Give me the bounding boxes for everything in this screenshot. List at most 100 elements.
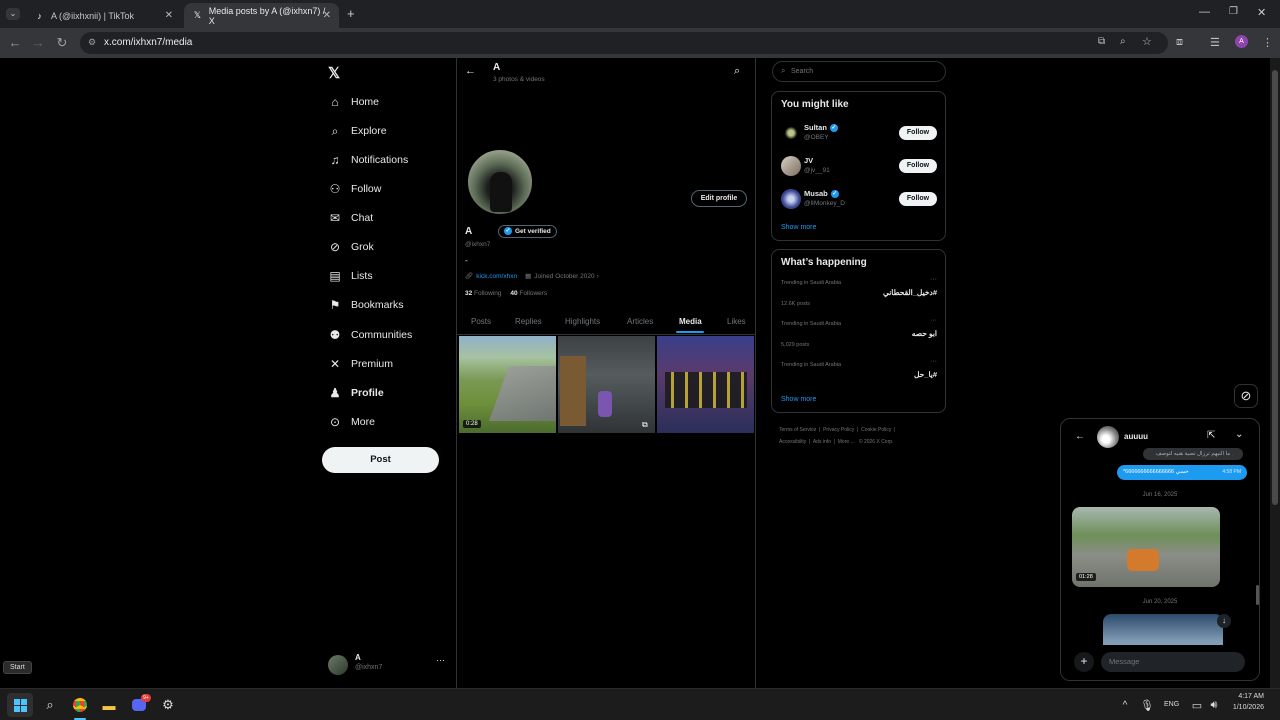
zoom-icon[interactable]: ⌕ — [1120, 36, 1126, 47]
file-explorer-icon[interactable]: ▬ — [101, 697, 117, 713]
restore-button[interactable]: ❐ — [1229, 6, 1238, 17]
get-verified-button[interactable]: ✓ Get verified — [498, 225, 557, 238]
windows-start-icon[interactable] — [12, 697, 28, 713]
suggestion-row[interactable]: Musab ✓ @lIMonkey_D Follow — [772, 186, 945, 214]
grok-float-button[interactable]: ⊘ — [1234, 384, 1258, 408]
more-icon[interactable]: ··· — [930, 358, 937, 365]
expand-icon[interactable]: ⇱ — [1207, 430, 1215, 441]
more-icon[interactable]: ··· — [930, 276, 937, 283]
tab-x-media[interactable]: 𝕏 Media posts by A (@ixhxn7) / X ✕ — [184, 3, 339, 28]
post-button[interactable]: Post — [322, 447, 439, 473]
more-icon[interactable]: ··· — [930, 317, 937, 324]
clock-date[interactable]: 1/10/2026 — [1222, 704, 1264, 711]
trend-item[interactable]: Trending in Saudi Arabia ··· ابو حصه 5,0… — [772, 317, 945, 355]
suggestion-row[interactable]: Sultan ✓ @OBEY Follow — [772, 120, 945, 148]
back-arrow-icon[interactable]: ← — [1075, 431, 1085, 442]
chrome-icon[interactable] — [72, 697, 88, 713]
profile-avatar[interactable]: A — [1235, 35, 1248, 48]
message-input[interactable]: Message — [1101, 652, 1245, 672]
nav-follow[interactable]: ⚇ Follow — [328, 178, 382, 200]
avatar-figure — [490, 172, 512, 212]
tab-search-button[interactable]: ⌄ — [6, 8, 20, 20]
search-placeholder: Search — [791, 68, 814, 75]
video-message[interactable]: 01:28 — [1072, 507, 1220, 587]
close-window-button[interactable]: ✕ — [1257, 6, 1266, 19]
reading-list-icon[interactable]: ☰ — [1210, 36, 1220, 49]
chevron-down-icon[interactable]: ⌄ — [1235, 429, 1243, 440]
page-scrollbar[interactable] — [1270, 58, 1280, 688]
tab-likes[interactable]: Likes — [727, 317, 746, 326]
search-icon[interactable]: ⌕ — [734, 65, 740, 78]
footer-link[interactable]: Privacy Policy — [823, 427, 854, 433]
media-item-1[interactable]: 0:28 — [459, 336, 556, 433]
steam-icon[interactable]: ⚙ — [160, 697, 176, 713]
follow-button[interactable]: Follow — [899, 192, 937, 206]
nav-communities[interactable]: ⚉ Communities — [328, 324, 413, 346]
tab-articles[interactable]: Articles — [627, 317, 653, 326]
nav-lists[interactable]: ▤ Lists — [328, 265, 372, 287]
extensions-icon[interactable]: ⧈ — [1176, 36, 1183, 49]
tab-media[interactable]: Media — [679, 317, 702, 326]
nav-grok[interactable]: ⊘ Grok — [328, 236, 374, 258]
x-logo-icon[interactable]: 𝕏 — [328, 64, 340, 82]
forward-icon[interactable]: → — [30, 35, 46, 50]
nav-home[interactable]: ⌂ Home — [328, 91, 379, 113]
trend-item[interactable]: Trending in Saudi Arabia ··· #دخيل_القحط… — [772, 276, 945, 314]
scrollbar-thumb[interactable] — [1272, 70, 1278, 505]
tab-highlights[interactable]: Highlights — [565, 317, 600, 326]
nav-more[interactable]: ⊙ More — [328, 411, 375, 433]
footer-link[interactable]: Terms of Service — [779, 427, 816, 433]
nav-chat[interactable]: ✉ Chat — [328, 207, 373, 229]
language-indicator[interactable]: ENG — [1164, 701, 1179, 708]
footer-link[interactable]: Accessibility — [779, 439, 806, 445]
volume-icon[interactable]: 🔊︎ — [1206, 697, 1222, 713]
microphone-icon[interactable]: 🎙︎ — [1139, 697, 1155, 713]
profile-avatar[interactable] — [466, 148, 534, 216]
edit-profile-button[interactable]: Edit profile — [691, 190, 747, 207]
nav-premium[interactable]: ✕ Premium — [328, 353, 393, 375]
install-app-icon[interactable]: ⧉ — [1098, 36, 1105, 47]
followers-link[interactable]: 40 Followers — [510, 290, 547, 297]
follow-button[interactable]: Follow — [899, 159, 937, 173]
url-text[interactable]: x.com/ixhxn7/media — [104, 37, 192, 48]
nav-notifications[interactable]: ♫ Notifications — [328, 149, 409, 171]
footer-link[interactable]: Ads info — [813, 439, 831, 445]
site-info-icon[interactable]: ⚙ — [88, 37, 96, 48]
media-item-3[interactable] — [657, 336, 754, 433]
clock-time[interactable]: 4:17 AM — [1226, 693, 1264, 700]
footer-link[interactable]: Cookie Policy — [861, 427, 891, 433]
show-more-link[interactable]: Show more — [781, 224, 816, 231]
menu-icon[interactable]: ⋮ — [1262, 36, 1273, 49]
back-arrow-icon[interactable]: ← — [465, 65, 476, 77]
nav-explore[interactable]: ⌕ Explore — [328, 120, 387, 142]
nav-profile[interactable]: ♟ Profile — [328, 382, 384, 404]
footer-link[interactable]: More ... — [838, 439, 855, 445]
network-icon[interactable]: ▭ — [1189, 697, 1205, 713]
close-icon[interactable]: ✕ — [165, 10, 173, 21]
show-more-link[interactable]: Show more — [781, 396, 816, 403]
reload-icon[interactable]: ↻ — [54, 35, 70, 51]
search-input[interactable]: ⌕ Search — [772, 61, 946, 82]
following-link[interactable]: 32 Following — [465, 290, 502, 297]
trend-item[interactable]: Trending in Saudi Arabia ··· #يا_حل — [772, 358, 945, 386]
add-attachment-button[interactable]: + — [1074, 652, 1094, 672]
suggestion-row[interactable]: JV @jv__91 Follow — [772, 153, 945, 181]
close-icon[interactable]: ✕ — [323, 10, 331, 21]
tab-tiktok[interactable]: ♪ A (@iixhxnii) | TikTok ✕ — [26, 3, 181, 28]
tab-posts[interactable]: Posts — [471, 317, 491, 326]
media-item-2[interactable]: ⧉ — [558, 336, 655, 433]
chevron-up-icon[interactable]: ^ — [1117, 697, 1133, 713]
bookmark-star-icon[interactable]: ☆ — [1142, 35, 1152, 48]
url-field[interactable]: ⚙ x.com/ixhxn7/media ⧉ ⌕ ☆ — [80, 32, 1168, 54]
new-tab-button[interactable]: + — [347, 6, 355, 21]
scroll-down-icon[interactable]: ↓ — [1217, 614, 1231, 628]
back-icon[interactable]: ← — [7, 35, 23, 50]
minimize-button[interactable]: — — [1199, 6, 1210, 18]
nav-bookmarks[interactable]: ⚑ Bookmarks — [328, 294, 404, 316]
follow-button[interactable]: Follow — [899, 126, 937, 140]
profile-link[interactable]: kick.com/xhxn — [476, 273, 517, 280]
account-switcher[interactable]: A @ixhxn7 ··· — [328, 653, 448, 679]
chat-scrollbar[interactable] — [1256, 585, 1259, 605]
search-icon[interactable]: ⌕ — [42, 697, 58, 713]
tab-replies[interactable]: Replies — [515, 317, 542, 326]
